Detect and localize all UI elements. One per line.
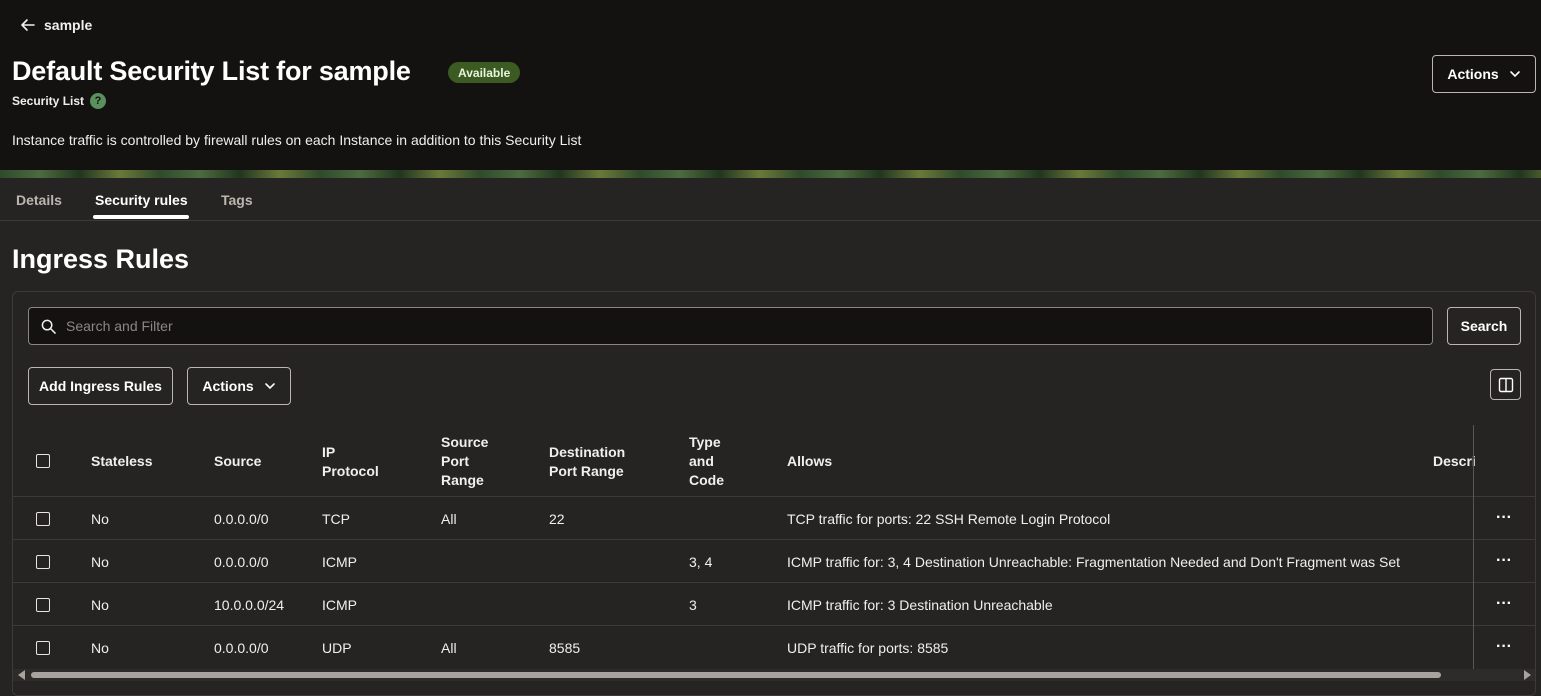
search-icon xyxy=(41,319,56,334)
sticky-column-divider xyxy=(1473,425,1474,669)
tab-bar: Details Security rules Tags xyxy=(0,178,1541,221)
help-icon[interactable]: ? xyxy=(90,93,107,109)
scrollbar-thumb[interactable] xyxy=(31,672,1441,678)
page-title: Default Security List for sample xyxy=(12,56,411,86)
row-divider xyxy=(13,539,1535,540)
chevron-down-icon xyxy=(264,383,275,390)
row-checkbox[interactable] xyxy=(36,555,50,569)
back-link-label: sample xyxy=(44,17,93,33)
cell-stateless: No xyxy=(91,640,109,656)
search-button[interactable]: Search xyxy=(1447,307,1521,345)
cell-stateless: No xyxy=(91,554,109,570)
ingress-rules-panel: Search Add Ingress Rules Actions Statele… xyxy=(12,291,1536,696)
cell-source: 0.0.0.0/0 xyxy=(214,511,269,527)
tab-details[interactable]: Details xyxy=(16,192,62,208)
add-ingress-rules-button[interactable]: Add Ingress Rules xyxy=(28,367,173,405)
cell-allows: ICMP traffic for: 3, 4 Destination Unrea… xyxy=(787,554,1401,570)
select-all-checkbox[interactable] xyxy=(36,454,50,468)
section-title: Ingress Rules xyxy=(12,244,190,274)
columns-icon xyxy=(1498,377,1513,392)
resource-type-label: Security List xyxy=(12,94,85,108)
column-header-source[interactable]: Source xyxy=(214,452,261,471)
cell-protocol: UDP xyxy=(322,640,352,656)
ingress-rules-table: Stateless Source IP Protocol Source Port… xyxy=(13,425,1535,669)
chevron-down-icon xyxy=(1509,71,1520,78)
column-header-source-port-range[interactable]: Source Port Range xyxy=(441,433,488,490)
header-actions-label: Actions xyxy=(1447,66,1499,82)
cell-protocol: ICMP xyxy=(322,554,357,570)
cell-source-port: All xyxy=(441,511,457,527)
search-input[interactable] xyxy=(66,318,1432,334)
row-divider xyxy=(13,496,1535,497)
cell-source-port: All xyxy=(441,640,457,656)
cell-source: 0.0.0.0/0 xyxy=(214,554,269,570)
column-header-ip-protocol[interactable]: IP Protocol xyxy=(322,443,379,481)
cell-allows: ICMP traffic for: 3 Destination Unreacha… xyxy=(787,597,1053,613)
cell-destination-port: 8585 xyxy=(549,640,581,656)
row-divider xyxy=(13,582,1535,583)
column-header-description[interactable]: Descri xyxy=(1433,452,1476,471)
cell-source: 10.0.0.0/24 xyxy=(214,597,285,613)
tab-security-rules[interactable]: Security rules xyxy=(95,192,188,208)
resource-type: Security List ? xyxy=(12,93,107,109)
table-actions-label: Actions xyxy=(202,378,254,394)
search-box[interactable] xyxy=(28,307,1433,345)
page-description: Instance traffic is controlled by firewa… xyxy=(12,132,582,148)
row-actions-icon[interactable]: ··· xyxy=(1496,596,1514,613)
column-header-allows[interactable]: Allows xyxy=(787,452,832,471)
table-actions-button[interactable]: Actions xyxy=(187,367,291,405)
header-actions-button[interactable]: Actions xyxy=(1432,55,1536,93)
active-tab-indicator xyxy=(93,215,189,219)
cell-type-code: 3 xyxy=(689,597,697,613)
cell-protocol: TCP xyxy=(322,511,350,527)
column-header-type-and-code[interactable]: Type and Code xyxy=(689,433,724,490)
cell-source: 0.0.0.0/0 xyxy=(214,640,269,656)
row-checkbox[interactable] xyxy=(36,641,50,655)
row-checkbox[interactable] xyxy=(36,512,50,526)
cell-type-code: 3, 4 xyxy=(689,554,713,570)
horizontal-scrollbar[interactable] xyxy=(13,669,1535,681)
row-divider xyxy=(13,625,1535,626)
arrow-left-icon xyxy=(21,19,35,31)
status-badge: Available xyxy=(448,62,521,83)
row-actions-icon[interactable]: ··· xyxy=(1496,639,1514,656)
page-header: sample Default Security List for sample … xyxy=(0,0,1541,170)
tab-tags[interactable]: Tags xyxy=(221,192,253,208)
cell-destination-port: 22 xyxy=(549,511,565,527)
row-actions-icon[interactable]: ··· xyxy=(1496,510,1514,527)
scroll-left-icon[interactable] xyxy=(18,670,25,680)
column-settings-button[interactable] xyxy=(1490,369,1521,400)
scroll-right-icon[interactable] xyxy=(1524,670,1531,680)
cell-allows: TCP traffic for ports: 22 SSH Remote Log… xyxy=(787,511,1111,527)
column-header-stateless[interactable]: Stateless xyxy=(91,452,152,471)
column-header-destination-port-range[interactable]: Destination Port Range xyxy=(549,443,625,481)
row-checkbox[interactable] xyxy=(36,598,50,612)
back-link[interactable]: sample xyxy=(20,14,92,36)
cell-stateless: No xyxy=(91,597,109,613)
cell-protocol: ICMP xyxy=(322,597,357,613)
cell-stateless: No xyxy=(91,511,109,527)
row-actions-icon[interactable]: ··· xyxy=(1496,553,1514,570)
cell-allows: UDP traffic for ports: 8585 xyxy=(787,640,949,656)
decorative-banner xyxy=(0,170,1541,178)
